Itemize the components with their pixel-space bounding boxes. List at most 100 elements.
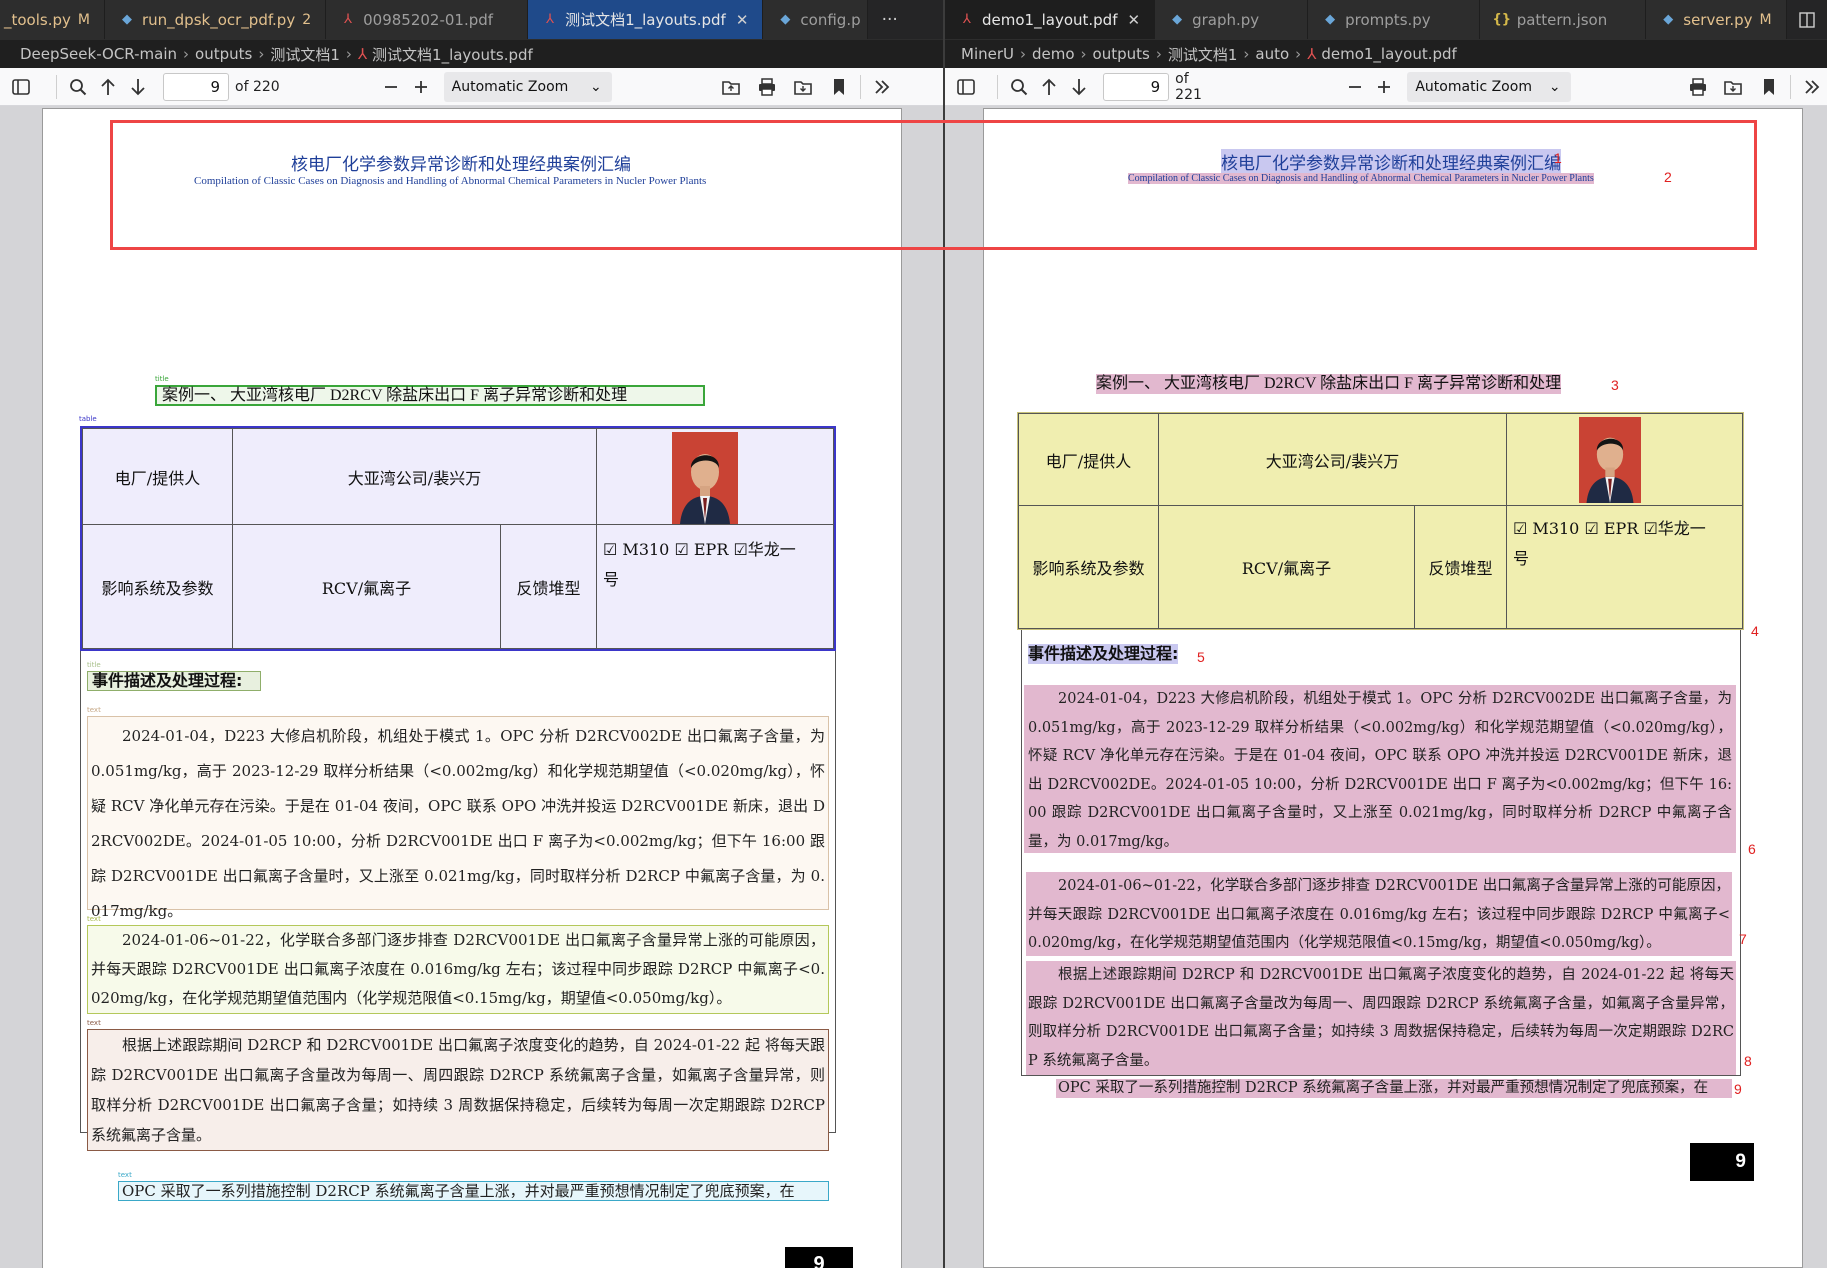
table-cell-reactor-types: ☑ M310 ☑ EPR ☑华龙一 号 <box>596 524 834 649</box>
layout-label-text: text <box>87 915 101 923</box>
breadcrumb: DeepSeek-OCR-main › outputs › 测试文档1 › ⅄ 测试文… <box>0 40 943 68</box>
download-icon[interactable] <box>788 72 818 102</box>
breadcrumb-item[interactable]: 测试文档1 <box>270 44 340 65</box>
pdf-toolbar: 9 of 221 Automatic Zoom ⌄ <box>945 68 1827 106</box>
tab-graph-py[interactable]: ◆ graph.py <box>1155 0 1309 39</box>
header-title-cn: 核电厂化学参数异常诊断和处理经典案例汇编 <box>291 155 631 175</box>
tab-layouts-pdf[interactable]: ⅄ 测试文档1_layouts.pdf ✕ <box>528 0 764 39</box>
chevron-right-icon: › <box>1020 45 1026 63</box>
breadcrumb-item[interactable]: outputs <box>195 45 252 63</box>
tab-label: run_dpsk_ocr_pdf.py <box>141 10 296 29</box>
chevron-right-icon: › <box>1295 45 1302 63</box>
split-editor-icon[interactable] <box>1787 0 1827 39</box>
breadcrumb-item[interactable]: demo1_layout.pdf <box>1321 45 1456 63</box>
pdf-icon: ⅄ <box>963 12 971 27</box>
bookmark-icon[interactable] <box>1754 72 1784 102</box>
reactor-types-line1: ☑ M310 ☑ EPR ☑华龙一 <box>603 540 796 559</box>
table-cell: 电厂/提供人 <box>1018 413 1159 506</box>
paragraph-1: 2024-01-04，D223 大修启机阶段，机组处于模式 1。OPC 分析 D… <box>91 727 825 920</box>
breadcrumb-item[interactable]: 测试文档1 <box>1168 44 1238 65</box>
breadcrumb-item[interactable]: auto <box>1255 45 1289 63</box>
tab-run-dpsk-ocr-pdf[interactable]: ◆ run_dpsk_ocr_pdf.py 2 <box>104 0 327 39</box>
pdf-icon: ⅄ <box>546 12 555 27</box>
close-icon[interactable]: ✕ <box>1127 11 1140 29</box>
chevron-right-icon: › <box>1243 45 1250 63</box>
zoom-select[interactable]: Automatic Zoom ⌄ <box>443 71 612 102</box>
block-index-label: 1 <box>1554 150 1562 166</box>
page-number-badge: 9 <box>785 1247 853 1268</box>
toolbar-divider <box>996 74 998 99</box>
block-index-label: 5 <box>1197 649 1205 665</box>
table-cell: 电厂/提供人 <box>82 428 233 525</box>
print-icon[interactable] <box>1683 72 1713 102</box>
tab-pattern-json[interactable]: {} pattern.json <box>1479 0 1647 39</box>
right-editor-pane: ⅄ demo1_layout.pdf ✕ ◆ graph.py ◆ prompt… <box>945 0 1827 1268</box>
block-index-label: 2 <box>1664 169 1672 185</box>
zoom-select[interactable]: Automatic Zoom ⌄ <box>1407 71 1571 102</box>
page-number-input[interactable]: 9 <box>1103 72 1170 101</box>
layout-box-text-1: 2024-01-04，D223 大修启机阶段，机组处于模式 1。OPC 分析 D… <box>1024 685 1736 853</box>
zoom-out-icon[interactable] <box>376 72 406 102</box>
print-icon[interactable] <box>752 72 782 102</box>
layout-label-text: text <box>87 1019 101 1027</box>
arrow-down-icon[interactable] <box>1064 72 1094 102</box>
breadcrumb-item[interactable]: MinerU <box>961 45 1014 63</box>
pdf-icon: ⅄ <box>357 45 368 63</box>
arrow-up-icon[interactable] <box>93 72 123 102</box>
breadcrumb-item[interactable]: demo <box>1032 45 1075 63</box>
double-chevron-right-icon[interactable] <box>867 72 897 102</box>
search-icon[interactable] <box>1004 72 1034 102</box>
paragraph-2: 2024-01-06~01-22，化学联合多部门逐步排查 D2RCV001DE … <box>91 931 825 1007</box>
modified-badge: M <box>1759 11 1772 28</box>
pdf-viewer[interactable]: 核电厂化学参数异常诊断和处理经典案例汇编 Compilation of Clas… <box>0 106 943 1268</box>
more-actions-icon[interactable]: ··· <box>867 0 912 39</box>
search-icon[interactable] <box>63 72 93 102</box>
table-cell: 大亚湾公司/裴兴万 <box>1158 413 1507 506</box>
tab-label: graph.py <box>1192 10 1260 29</box>
double-chevron-right-icon[interactable] <box>1797 72 1827 102</box>
page-total: of 221 <box>1175 70 1202 103</box>
pdf-icon: ⅄ <box>1307 45 1317 63</box>
table-cell: 影响系统及参数 <box>1018 505 1159 629</box>
tab-config-py[interactable]: ◆ config.p <box>763 0 868 39</box>
chevron-right-icon: › <box>258 45 265 63</box>
paragraph-3: 根据上述跟踪期间 D2RCP 和 D2RCV001DE 出口氟离子浓度变化的趋势… <box>91 1036 825 1144</box>
tab-prompts-py[interactable]: ◆ prompts.py <box>1308 0 1480 39</box>
page-number-input[interactable]: 9 <box>163 72 229 101</box>
bookmark-icon[interactable] <box>824 72 854 102</box>
breadcrumb-item[interactable]: 测试文档1_layouts.pdf <box>372 44 533 65</box>
pdf-viewer[interactable]: 核电厂化学参数异常诊断和处理经典案例汇编 1 Compilation of Cl… <box>945 106 1827 1268</box>
open-file-icon[interactable] <box>716 72 746 102</box>
layout-box-table: 电厂/提供人 大亚湾公司/裴兴万 影响系统及参数 RCV/氟离子 反馈堆型 ☑ … <box>1017 412 1744 630</box>
tab-00985202-pdf[interactable]: ⅄ 00985202-01.pdf <box>326 0 529 39</box>
screen: _tools.py M ◆ run_dpsk_ocr_pdf.py 2 ⅄ 00… <box>0 0 1827 1268</box>
layout-box-title: 案例一、 大亚湾核电厂 D2RCV 除盐床出口 F 离子异常诊断和处理 <box>155 385 705 406</box>
breadcrumb-item[interactable]: DeepSeek-OCR-main <box>20 45 177 63</box>
arrow-down-icon[interactable] <box>123 72 153 102</box>
sidebar-toggle-icon[interactable] <box>6 72 36 102</box>
header-subtitle-text: Compilation of Classic Cases on Diagnosi… <box>1128 173 1594 184</box>
block-index-label: 4 <box>1751 623 1759 639</box>
sidebar-toggle-icon[interactable] <box>951 72 981 102</box>
table-cell: RCV/氟离子 <box>232 524 501 649</box>
tab-demo1-layout-pdf[interactable]: ⅄ demo1_layout.pdf ✕ <box>945 0 1156 39</box>
header-title-en: Compilation of Classic Cases on Diagnosi… <box>1128 173 1594 184</box>
portrait-photo <box>672 432 738 524</box>
breadcrumb-item[interactable]: outputs <box>1093 45 1150 63</box>
chevron-right-icon: › <box>345 45 352 63</box>
zoom-in-icon[interactable] <box>1369 72 1399 102</box>
tab-label: config.p <box>800 10 861 29</box>
paragraph-3: 根据上述跟踪期间 D2RCP 和 D2RCV001DE 出口氟离子浓度变化的趋势… <box>1028 967 1734 1069</box>
arrow-up-icon[interactable] <box>1034 72 1064 102</box>
close-icon[interactable]: ✕ <box>736 11 749 29</box>
tab-server-py[interactable]: ◆ server.py M <box>1646 0 1787 39</box>
python-icon: ◆ <box>1172 12 1183 27</box>
tab-tools-py[interactable]: _tools.py M <box>0 0 105 39</box>
paragraph-4: OPC 采取了一系列措施控制 D2RCP 系统氟离子含量上涨，并对最严重预想情况… <box>122 1182 795 1200</box>
pdf-toolbar: 9 of 220 Automatic Zoom ⌄ <box>0 68 943 106</box>
zoom-out-icon[interactable] <box>1340 72 1370 102</box>
zoom-in-icon[interactable] <box>406 72 436 102</box>
layout-label-table: table <box>79 415 97 423</box>
download-icon[interactable] <box>1718 72 1748 102</box>
chevron-down-icon: ⌄ <box>589 78 602 95</box>
